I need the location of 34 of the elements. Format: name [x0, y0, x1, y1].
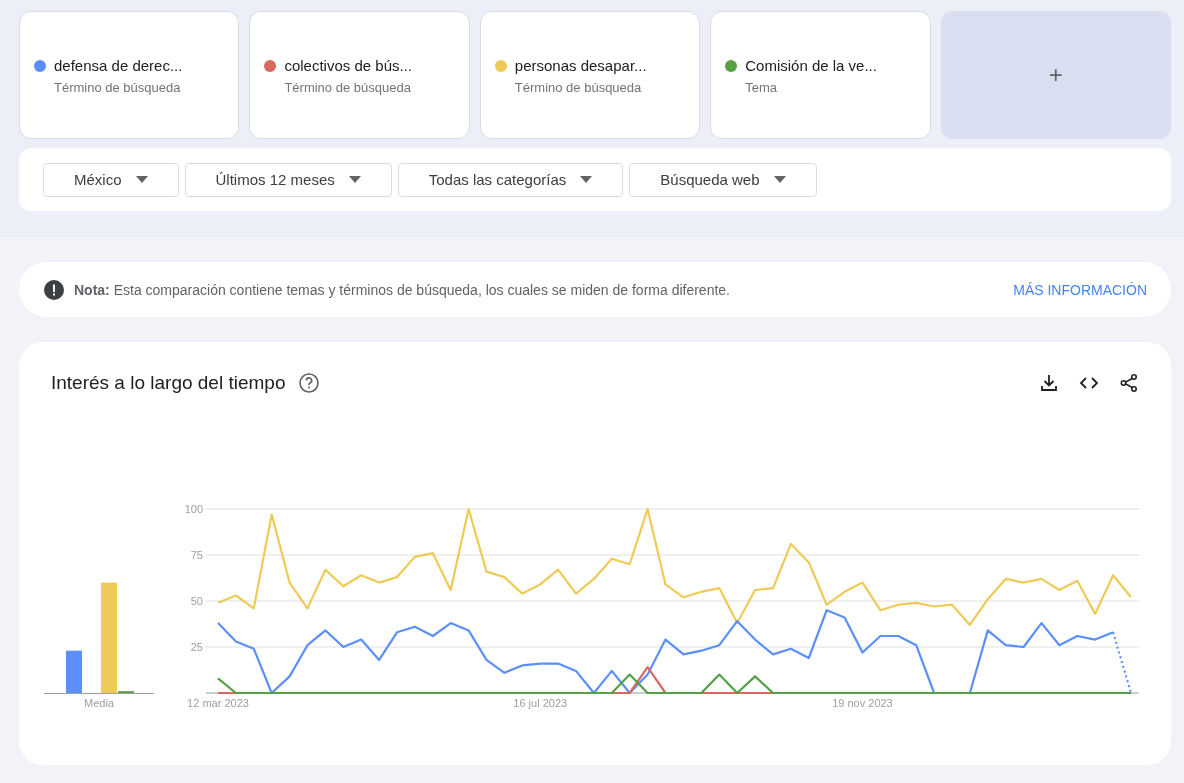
dropdown-button[interactable]: Todas las categorías [397, 162, 624, 197]
more-info-link[interactable]: MÁS INFORMACIÓN [1013, 281, 1147, 298]
caret-icon [348, 176, 361, 183]
axis-label: 12 mar 2023 [186, 697, 249, 709]
share-icon[interactable] [1119, 373, 1139, 393]
dropdown-button[interactable]: Búsqueda web [629, 162, 817, 197]
dropdown-button[interactable]: Últimos 12 meses [184, 162, 392, 197]
term-label: Comisión de la ve... [745, 57, 877, 74]
exclamation-icon [44, 279, 64, 300]
term-type: Término de búsqueda [284, 80, 412, 95]
dropdown-button[interactable]: México [43, 162, 179, 197]
axis-label: Media [84, 697, 114, 709]
download-icon[interactable] [1039, 373, 1059, 393]
average-bar [66, 650, 82, 693]
caret-icon [580, 176, 593, 183]
term-type: Término de búsqueda [514, 80, 643, 95]
help-icon[interactable] [299, 373, 320, 393]
axis-label: 50 [190, 595, 203, 607]
term-type: Término de búsqueda [54, 80, 182, 95]
term-type: Tema [745, 80, 778, 95]
axis-label: 19 nov 2023 [831, 697, 893, 709]
caret-icon [773, 176, 786, 183]
add-term-button[interactable]: + [940, 11, 1172, 139]
term-label: personas desapar... [514, 57, 647, 74]
term-label: colectivos de bús... [284, 57, 412, 74]
axis-label: 100 [184, 503, 203, 515]
chart-title: Interés a lo largo del tiempo [51, 372, 286, 394]
axis-label: 75 [190, 549, 203, 561]
term-label: defensa de derec... [54, 57, 183, 74]
note-text: Nota: Esta comparación contiene temas y términos de búsqueda, los cuales se miden de forma diferente. [74, 281, 731, 298]
caret-icon [135, 176, 148, 183]
axis-label: 16 jul 2023 [513, 697, 567, 709]
partial-data-line [1111, 632, 1132, 694]
axis-label: 25 [190, 641, 203, 653]
